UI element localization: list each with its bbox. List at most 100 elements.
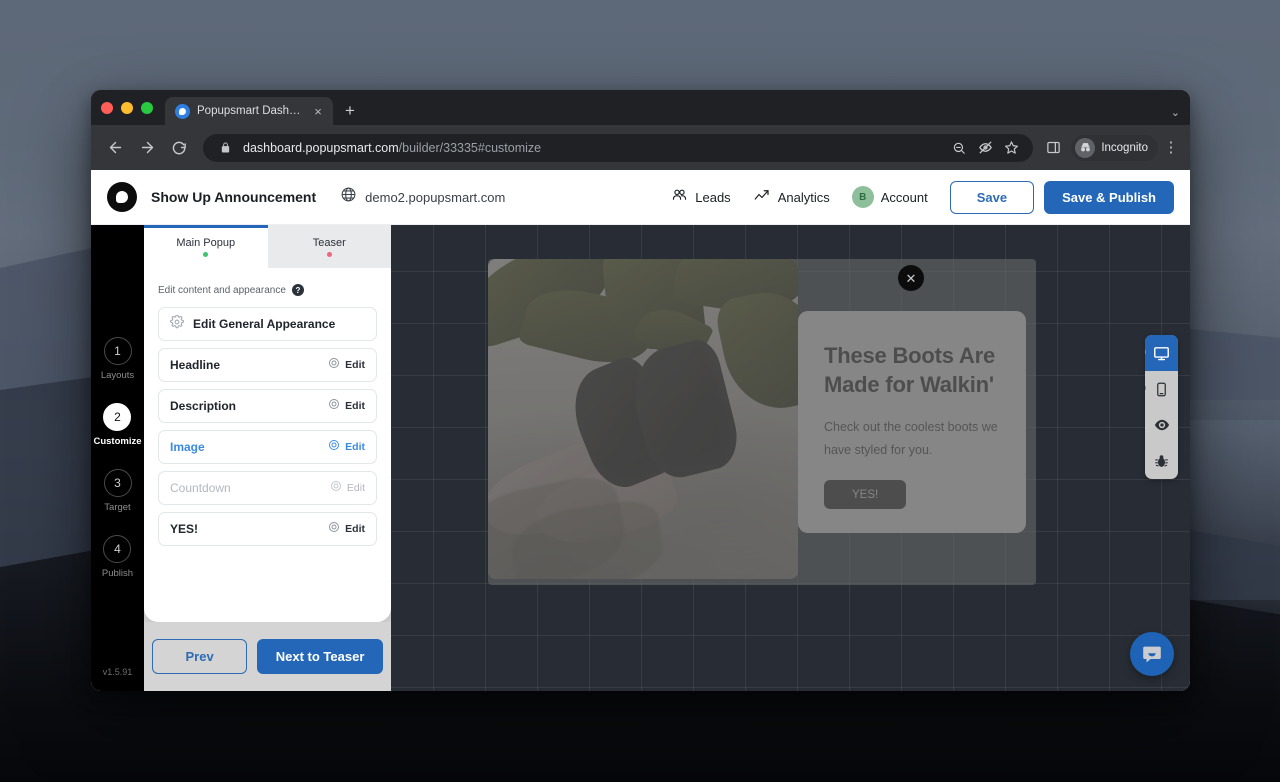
globe-icon — [340, 186, 357, 208]
mobile-icon[interactable] — [1145, 371, 1178, 407]
nav-analytics-label: Analytics — [777, 189, 830, 205]
chat-bubble-icon[interactable] — [1130, 632, 1174, 676]
popup-description[interactable]: Check out the coolest boots we have styl… — [824, 416, 1000, 462]
step-customize[interactable]: 2 Customize — [93, 403, 142, 447]
black-boots-photo — [488, 259, 798, 579]
browser-menu-icon[interactable]: ⋮ — [1162, 140, 1180, 155]
panel-tabs: Main Popup Teaser — [144, 225, 391, 268]
close-icon[interactable]: ✕ — [898, 265, 924, 291]
step-number: 3 — [103, 469, 132, 497]
help-icon[interactable]: ? — [291, 284, 304, 296]
nav-leads[interactable]: Leads — [671, 187, 731, 207]
edit-general-appearance-button[interactable]: Edit General Appearance — [158, 307, 377, 341]
incognito-avatar-icon — [1075, 137, 1096, 158]
browser-toolbar: dashboard.popupsmart.com/builder/33335#c… — [91, 125, 1190, 170]
step-label: Layouts — [100, 370, 135, 381]
desktop-background: Popupsmart Dashboard × + ⌄ dashboard.pop… — [0, 0, 1280, 782]
site-domain-label: demo2.popupsmart.com — [365, 189, 506, 205]
row-edit-action[interactable]: Edit — [328, 397, 365, 415]
step-target[interactable]: 3 Target — [103, 469, 132, 513]
reload-icon[interactable] — [165, 134, 193, 162]
row-image[interactable]: Image Edit — [158, 430, 377, 464]
maximize-window-button[interactable] — [141, 102, 153, 114]
panel-footer: Prev Next to Teaser — [144, 622, 391, 691]
edit-label: Edit — [345, 441, 365, 453]
nav-leads-label: Leads — [695, 189, 731, 205]
star-icon[interactable] — [1001, 138, 1021, 158]
tab-main-popup-label: Main Popup — [176, 236, 236, 249]
bug-debug-icon[interactable] — [1145, 443, 1178, 479]
popup-cta-button[interactable]: YES! — [824, 480, 907, 510]
tab-teaser-label: Teaser — [312, 236, 346, 249]
popup-preview: These Boots Are Made for Walkin' Check o… — [488, 259, 1036, 585]
url-text: dashboard.popupsmart.com/builder/33335#c… — [243, 141, 541, 155]
lock-icon — [215, 138, 235, 158]
edit-label: Edit — [345, 523, 365, 535]
status-dot-red — [1145, 384, 1146, 392]
eye-off-icon[interactable] — [975, 138, 995, 158]
row-headline[interactable]: Headline Edit — [158, 348, 377, 382]
popupsmart-logo[interactable] — [107, 182, 137, 212]
device-toolbar — [1145, 335, 1178, 479]
search-zoom-icon[interactable] — [949, 138, 969, 158]
side-panel-icon[interactable] — [1043, 138, 1063, 158]
next-to-teaser-button[interactable]: Next to Teaser — [257, 639, 383, 675]
editor-panel-wrapper: Main Popup Teaser Edit content and appea… — [144, 225, 391, 691]
minimize-window-button[interactable] — [121, 102, 133, 114]
gear-icon — [328, 356, 340, 374]
gear-icon — [330, 479, 342, 497]
step-rail: 1 Layouts 2 Customize 3 Target 4 Publish — [91, 225, 144, 691]
edit-label: Edit — [345, 400, 365, 412]
avatar: B — [851, 186, 874, 208]
section-heading: Edit content and appearance ? — [158, 284, 377, 296]
row-label: YES! — [170, 522, 199, 536]
header-nav: Leads Analytics B Account — [671, 186, 928, 208]
preview-canvas: These Boots Are Made for Walkin' Check o… — [391, 225, 1190, 691]
address-bar[interactable]: dashboard.popupsmart.com/builder/33335#c… — [203, 133, 1034, 162]
status-dot-green — [1145, 348, 1146, 356]
site-domain[interactable]: demo2.popupsmart.com — [340, 186, 505, 208]
nav-analytics[interactable]: Analytics — [753, 187, 830, 208]
step-number: 2 — [103, 403, 132, 431]
save-and-publish-button[interactable]: Save & Publish — [1044, 180, 1174, 214]
profile-chip[interactable]: Incognito — [1071, 134, 1158, 161]
gear-icon — [170, 314, 184, 334]
app-header: Show Up Announcement demo2.popupsmart.co… — [91, 170, 1190, 225]
row-countdown[interactable]: Countdown Edit — [158, 471, 377, 505]
tab-main-popup[interactable]: Main Popup — [144, 225, 268, 268]
prev-button[interactable]: Prev — [152, 639, 248, 675]
eye-preview-icon[interactable] — [1145, 407, 1178, 443]
status-dot-green — [203, 251, 209, 257]
step-label: Publish — [101, 568, 134, 579]
forward-icon[interactable] — [133, 134, 161, 162]
popup-image[interactable] — [488, 259, 798, 579]
row-edit-action[interactable]: Edit — [328, 520, 365, 538]
window-controls[interactable] — [101, 102, 165, 125]
desktop-icon[interactable] — [1145, 335, 1178, 371]
page-title: Show Up Announcement — [151, 189, 317, 205]
close-tab-icon[interactable]: × — [311, 105, 325, 118]
step-publish[interactable]: 4 Publish — [102, 535, 133, 579]
browser-tab[interactable]: Popupsmart Dashboard × — [165, 97, 333, 125]
url-path: /builder/33335#customize — [398, 140, 542, 155]
row-edit-action[interactable]: Edit — [328, 438, 365, 456]
step-number: 4 — [103, 535, 132, 563]
tab-teaser[interactable]: Teaser — [267, 225, 391, 268]
popup-headline[interactable]: These Boots Are Made for Walkin' — [824, 341, 1000, 400]
row-yes-button[interactable]: YES! Edit — [158, 512, 377, 546]
version-label: v1.5.91 — [102, 667, 133, 677]
back-icon[interactable] — [101, 134, 129, 162]
close-window-button[interactable] — [101, 102, 113, 114]
step-layouts[interactable]: 1 Layouts — [101, 337, 134, 381]
popupsmart-favicon — [175, 103, 190, 119]
save-button[interactable]: Save — [949, 180, 1035, 214]
row-description[interactable]: Description Edit — [158, 389, 377, 423]
new-tab-button[interactable]: + — [337, 97, 363, 125]
nav-account[interactable]: B Account — [851, 186, 928, 208]
row-edit-action[interactable]: Edit — [328, 356, 365, 374]
gear-icon — [328, 397, 340, 415]
row-edit-action[interactable]: Edit — [330, 479, 365, 497]
popup-content-card: These Boots Are Made for Walkin' Check o… — [798, 311, 1026, 533]
window-chevron-icon[interactable]: ⌄ — [1171, 106, 1180, 119]
browser-window: Popupsmart Dashboard × + ⌄ dashboard.pop… — [91, 90, 1190, 691]
